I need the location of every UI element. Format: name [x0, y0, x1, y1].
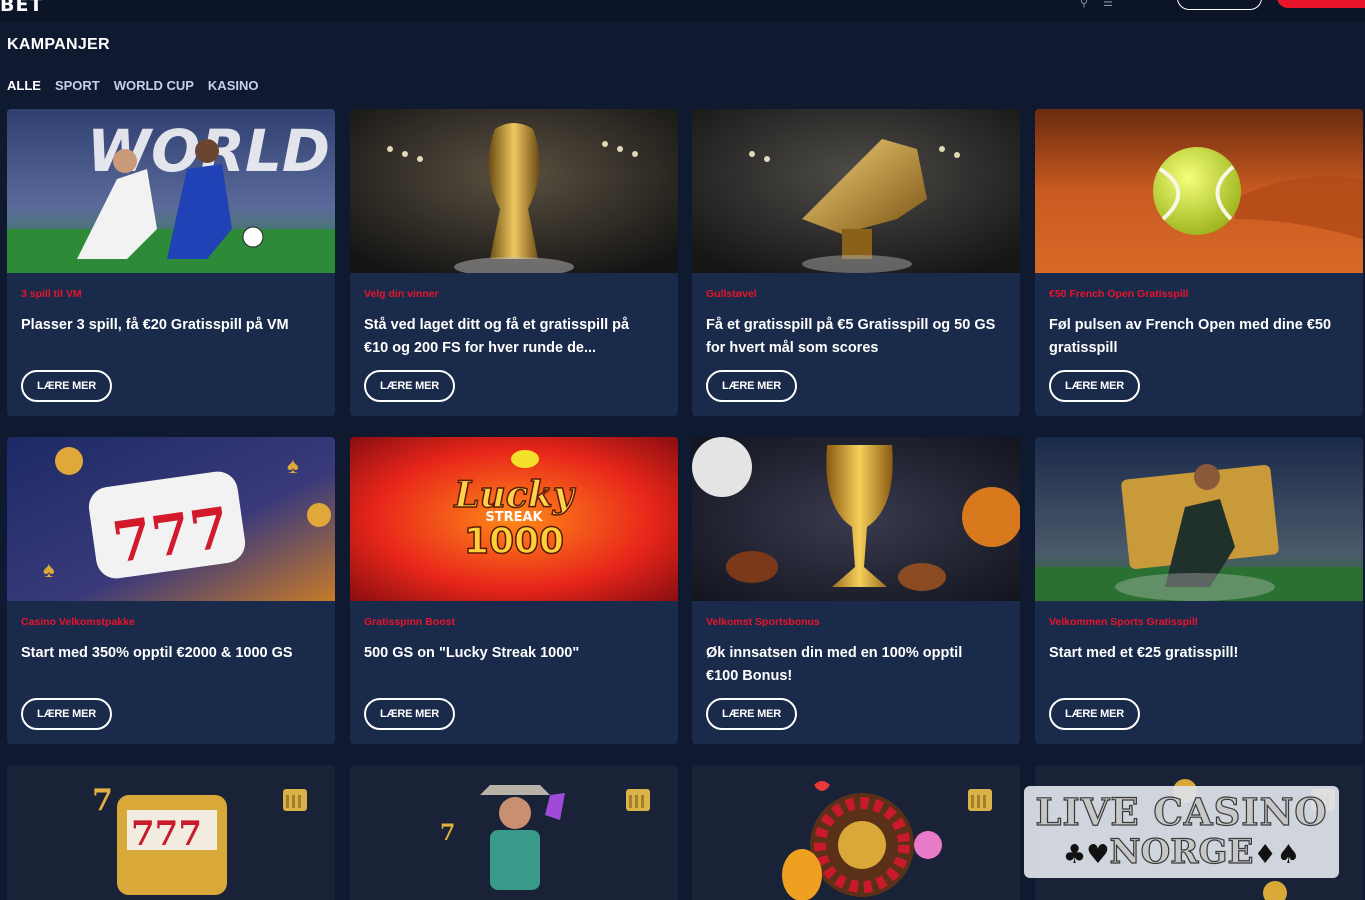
promo-card: Velg din vinner Stå ved laget ditt og få…	[350, 109, 678, 416]
promo-tag: Gullstøvel	[706, 288, 757, 300]
watermark-line-1: LIVE CASINO	[1035, 790, 1328, 834]
tab-alle[interactable]: ALLE	[7, 78, 41, 93]
learn-more-button[interactable]: LÆRE MER	[706, 698, 797, 730]
svg-text:♠: ♠	[287, 453, 299, 478]
page-title: KAMPANJER	[7, 36, 110, 53]
tab-sport[interactable]: SPORT	[55, 78, 100, 93]
learn-more-button[interactable]: LÆRE MER	[364, 370, 455, 402]
suits-left-icon: ♣♥	[1062, 840, 1110, 870]
category-tabs: ALLE SPORT WORLD CUP KASINO	[7, 78, 258, 93]
tab-world-cup[interactable]: WORLD CUP	[114, 78, 194, 93]
promo-card: €50 French Open Gratisspill Føl pulsen a…	[1035, 109, 1363, 416]
svg-text:7: 7	[92, 783, 113, 818]
learn-more-button[interactable]: LÆRE MER	[1049, 698, 1140, 730]
svg-text:1000: 1000	[464, 521, 564, 562]
svg-text:♠: ♠	[43, 557, 55, 582]
calendar-icon	[968, 789, 992, 811]
promo-card: Gullstøvel Få et gratisspill på €5 Grati…	[692, 109, 1020, 416]
promo-card: Lucky STREAK 1000 Gratisspinn Boost 500 …	[350, 437, 678, 744]
promo-title: 500 GS on "Lucky Streak 1000"	[364, 645, 580, 661]
promo-title: Plasser 3 spill, få €20 Gratisspill på V…	[21, 317, 289, 333]
learn-more-button[interactable]: LÆRE MER	[1049, 370, 1140, 402]
promo-title: Stå ved laget ditt og få et gratisspill …	[364, 317, 630, 356]
promo-title: Føl pulsen av French Open med dine €50 g…	[1049, 317, 1332, 356]
promo-tag: Velkommen Sports Gratisspill	[1049, 616, 1198, 628]
watermark-line-2: ♣♥NORGE♦♠	[1024, 831, 1339, 875]
promo-title: Start med 350% opptil €2000 & 1000 GS	[21, 645, 293, 661]
promo-image-tennis-ball[interactable]	[1035, 109, 1363, 273]
signup-button[interactable]	[1277, 0, 1365, 8]
promo-image-roulette-wheel[interactable]	[692, 765, 1020, 900]
promo-card: 7	[350, 765, 678, 900]
svg-text:7: 7	[440, 820, 455, 846]
learn-more-button[interactable]: LÆRE MER	[364, 698, 455, 730]
promo-title: Øk innsatsen din med en 100% opptil €100…	[706, 645, 963, 684]
promo-image-slot-reel[interactable]: 777 ♠ ♠	[7, 437, 335, 601]
calendar-icon	[626, 789, 650, 811]
promo-image-world-cup-trophy[interactable]	[350, 109, 678, 273]
promo-tag: Gratisspinn Boost	[364, 616, 456, 628]
promo-title: Få et gratisspill på €5 Gratisspill og 5…	[706, 317, 996, 356]
suits-right-icon: ♦♠	[1253, 840, 1301, 870]
promo-tag: €50 French Open Gratisspill	[1049, 288, 1189, 300]
login-button[interactable]: LOGG INN	[1177, 0, 1262, 10]
promo-image-sports-trophy[interactable]	[692, 437, 1020, 601]
promo-image-golden-boot[interactable]	[692, 109, 1020, 273]
promo-card: Velkommen Sports Gratisspill Start med e…	[1035, 437, 1363, 744]
header-icons[interactable]: ⚲ ☰	[1080, 0, 1119, 9]
promo-title: Start med et €25 gratisspill!	[1049, 645, 1239, 661]
learn-more-button[interactable]: LÆRE MER	[21, 698, 112, 730]
promo-card: Velkomst Sportsbonus Øk innsatsen din me…	[692, 437, 1020, 744]
promo-image-golden-slot-machine[interactable]: 777 7	[7, 765, 335, 900]
tab-kasino[interactable]: KASINO	[208, 78, 259, 93]
live-casino-norge-watermark: LIVE CASINO ♣♥NORGE♦♠	[1024, 786, 1339, 878]
calendar-icon	[283, 789, 307, 811]
promo-tag: Casino Velkomstpakke	[21, 616, 135, 628]
promo-card: 777 7	[7, 765, 335, 900]
learn-more-button[interactable]: LÆRE MER	[706, 370, 797, 402]
promo-tag: Velg din vinner	[364, 288, 439, 300]
top-navigation-bar: BET ⚲ ☰ LOGG INN	[0, 0, 1365, 22]
promo-image-football-player-ticket[interactable]	[1035, 437, 1363, 601]
promo-card: 777 ♠ ♠ Casino Velkomstpakke Start med 3…	[7, 437, 335, 744]
promo-card	[692, 765, 1020, 900]
promo-image-lucky-streak[interactable]: Lucky STREAK 1000	[350, 437, 678, 601]
svg-text:777: 777	[131, 814, 202, 854]
promo-tag: 3 spill til VM	[21, 288, 82, 300]
promo-card: WORLD 3 spill til VM Plasser 3 spill, få…	[7, 109, 335, 416]
promo-image-cowboy-character[interactable]: 7	[350, 765, 678, 900]
promo-image-world-cup-players[interactable]: WORLD	[7, 109, 335, 273]
learn-more-button[interactable]: LÆRE MER	[21, 370, 112, 402]
watermark-norge: NORGE	[1109, 831, 1254, 872]
promo-tag: Velkomst Sportsbonus	[706, 616, 820, 628]
brand-logo[interactable]: BET	[0, 0, 43, 16]
